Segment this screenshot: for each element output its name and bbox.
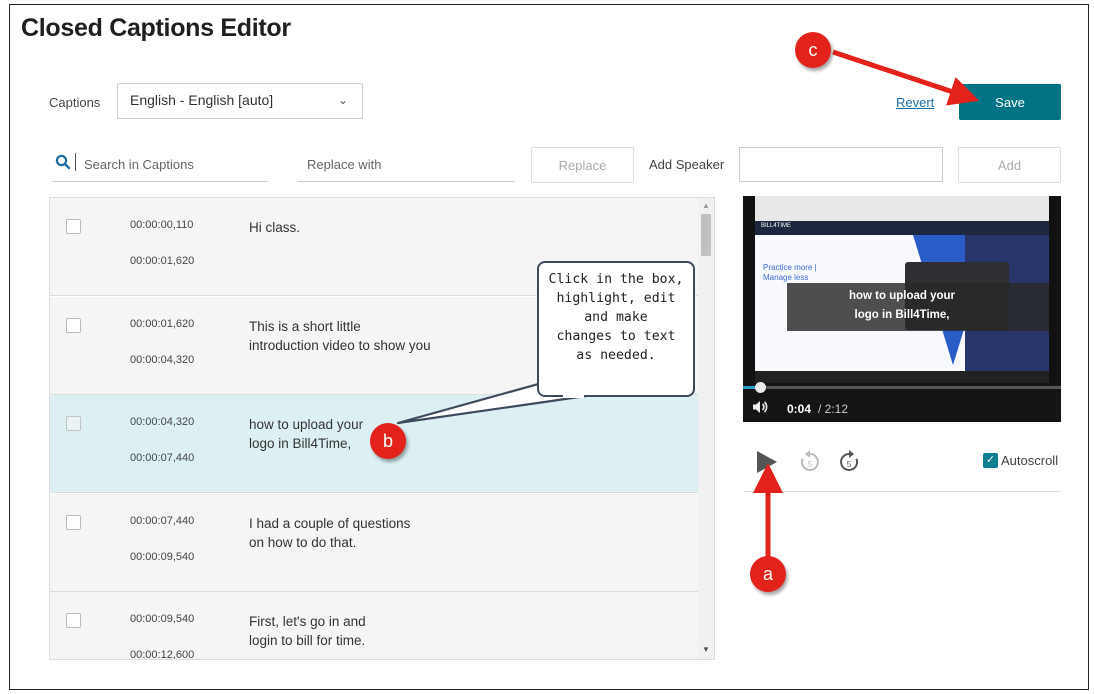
annotation-badge-a: a — [750, 556, 786, 592]
annotation-arrows — [753, 49, 980, 560]
annotation-badge-b: b — [370, 423, 406, 459]
annotation-badge-c: c — [795, 32, 831, 68]
arrow-c — [832, 49, 980, 106]
